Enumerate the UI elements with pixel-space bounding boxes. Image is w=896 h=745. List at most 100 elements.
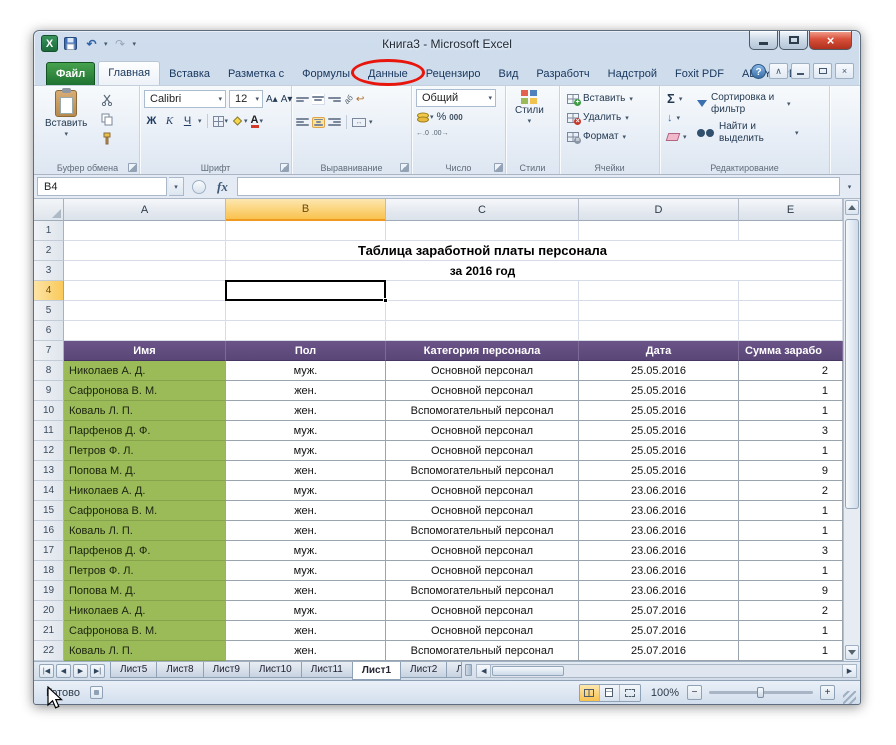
cell-E15[interactable]: 1 (739, 501, 843, 521)
cell-C1[interactable] (386, 221, 579, 241)
cell-E20[interactable]: 2 (739, 601, 843, 621)
cell-A16[interactable]: Коваль Л. П. (64, 521, 226, 541)
copy-button[interactable] (98, 111, 116, 127)
scroll-down-button[interactable] (845, 645, 859, 660)
cell-C22[interactable]: Вспомогательный персонал (386, 641, 579, 661)
cell-D9[interactable]: 25.05.2016 (579, 381, 739, 401)
zoom-level[interactable]: 100% (651, 687, 679, 699)
page-layout-view-button[interactable] (599, 684, 620, 701)
cut-button[interactable] (98, 92, 116, 108)
cell-C17[interactable]: Основной персонал (386, 541, 579, 561)
cell-D5[interactable] (579, 301, 739, 321)
cell-E9[interactable]: 1 (739, 381, 843, 401)
percent-format-button[interactable]: % (437, 111, 447, 123)
cell-B8[interactable]: муж. (226, 361, 386, 381)
ribbon-tab-7[interactable]: Вид (490, 63, 528, 85)
cell-E1[interactable] (739, 221, 843, 241)
minimize-button[interactable] (749, 31, 778, 50)
cell-A15[interactable]: Сафронова В. М. (64, 501, 226, 521)
workbook-restore-button[interactable] (813, 63, 832, 79)
cell-E10[interactable]: 1 (739, 401, 843, 421)
alignment-dialog-launcher-icon[interactable] (400, 163, 409, 172)
row-header-21[interactable]: 21 (34, 621, 64, 641)
help-icon[interactable]: ? (751, 63, 766, 79)
horizontal-scrollbar[interactable]: ◀ ▶ (476, 664, 857, 678)
cell-C18[interactable]: Основной персонал (386, 561, 579, 581)
cell-B19[interactable]: жен. (226, 581, 386, 601)
orientation-icon[interactable]: аб (342, 93, 355, 106)
cell-B17[interactable]: муж. (226, 541, 386, 561)
ribbon-tab-5[interactable]: Данные (351, 59, 425, 86)
table-header-date[interactable]: Дата (579, 341, 739, 361)
cell-D14[interactable]: 23.06.2016 (579, 481, 739, 501)
cell-title-row2[interactable]: Таблица заработной платы персонала (226, 241, 739, 261)
cell-B15[interactable]: жен. (226, 501, 386, 521)
cell-D13[interactable]: 25.05.2016 (579, 461, 739, 481)
row-header-3[interactable]: 3 (34, 261, 64, 281)
align-center-icon[interactable] (312, 116, 325, 128)
sheet-tab-0[interactable]: Лист5 (110, 662, 158, 678)
vertical-scrollbar[interactable] (843, 199, 860, 661)
cell-E16[interactable]: 1 (739, 521, 843, 541)
cell-C8[interactable]: Основной персонал (386, 361, 579, 381)
cell-title-row3[interactable]: за 2016 год (226, 261, 739, 281)
expand-formula-bar-button[interactable]: ▾ (842, 177, 857, 196)
cell-D6[interactable] (579, 321, 739, 341)
cell-B12[interactable]: муж. (226, 441, 386, 461)
cell-C13[interactable]: Вспомогательный персонал (386, 461, 579, 481)
sheet-tab-6[interactable]: Лист2 (400, 662, 448, 678)
row-header-5[interactable]: 5 (34, 301, 64, 321)
paste-button[interactable]: Вставить ▾ (40, 88, 92, 160)
decrease-font-button[interactable]: А▾ (281, 94, 293, 105)
cell-B16[interactable]: жен. (226, 521, 386, 541)
row-header-14[interactable]: 14 (34, 481, 64, 501)
cell-D15[interactable]: 23.06.2016 (579, 501, 739, 521)
ribbon-tab-9[interactable]: Надстрой (599, 63, 666, 85)
row-header-19[interactable]: 19 (34, 581, 64, 601)
next-sheet-button[interactable]: ▶ (73, 664, 88, 678)
row-header-17[interactable]: 17 (34, 541, 64, 561)
ribbon-tab-3[interactable]: Разметка с (219, 63, 293, 85)
cell-A3[interactable] (64, 261, 226, 281)
cell-D21[interactable]: 25.07.2016 (579, 621, 739, 641)
delete-cells-button[interactable]: × Удалить ▾ (564, 108, 636, 127)
wrap-text-icon[interactable]: ↩ (356, 94, 364, 105)
cell-A2[interactable] (64, 241, 226, 261)
cell-E5[interactable] (739, 301, 843, 321)
cell-C6[interactable] (386, 321, 579, 341)
align-left-icon[interactable] (296, 117, 309, 128)
workbook-minimize-button[interactable] (791, 63, 810, 79)
scroll-up-button[interactable] (845, 200, 859, 215)
cell-E18[interactable]: 1 (739, 561, 843, 581)
merge-center-icon[interactable]: ↔ (352, 117, 366, 127)
macro-record-icon[interactable] (89, 686, 103, 699)
cell-C9[interactable]: Основной персонал (386, 381, 579, 401)
zoom-out-button[interactable]: − (687, 685, 702, 700)
borders-button[interactable]: ▾ (212, 115, 228, 127)
cell-E12[interactable]: 1 (739, 441, 843, 461)
column-header-D[interactable]: D (579, 199, 739, 221)
insert-function-button[interactable] (192, 179, 206, 194)
sheet-tab-3[interactable]: Лист10 (248, 662, 302, 678)
sheet-tab-1[interactable]: Лист8 (156, 662, 204, 678)
cell-C16[interactable]: Вспомогательный персонал (386, 521, 579, 541)
row-header-22[interactable]: 22 (34, 641, 64, 661)
align-right-icon[interactable] (328, 117, 341, 128)
cell-B14[interactable]: муж. (226, 481, 386, 501)
cell-A12[interactable]: Петров Ф. Л. (64, 441, 226, 461)
first-sheet-button[interactable]: |◀ (39, 664, 54, 678)
number-format-select[interactable]: Общий ▾ (416, 89, 496, 107)
cell-A22[interactable]: Коваль Л. П. (64, 641, 226, 661)
column-header-E[interactable]: E (739, 199, 843, 221)
formula-input[interactable] (236, 177, 840, 196)
scroll-right-button[interactable]: ▶ (842, 665, 856, 677)
thousand-separator-button[interactable]: 000 (449, 113, 462, 122)
find-select-button[interactable]: Найти и выделить ▾ (694, 118, 802, 147)
increase-decimal-button[interactable]: ←.0 (416, 130, 429, 137)
sort-filter-button[interactable]: Сортировка и фильтр ▾ (694, 89, 802, 118)
cell-C20[interactable]: Основной персонал (386, 601, 579, 621)
ribbon-tab-4[interactable]: Формулы (293, 63, 359, 85)
ribbon-tab-1[interactable]: Главная (98, 61, 161, 85)
column-header-C[interactable]: C (386, 199, 579, 221)
cell-B21[interactable]: жен. (226, 621, 386, 641)
